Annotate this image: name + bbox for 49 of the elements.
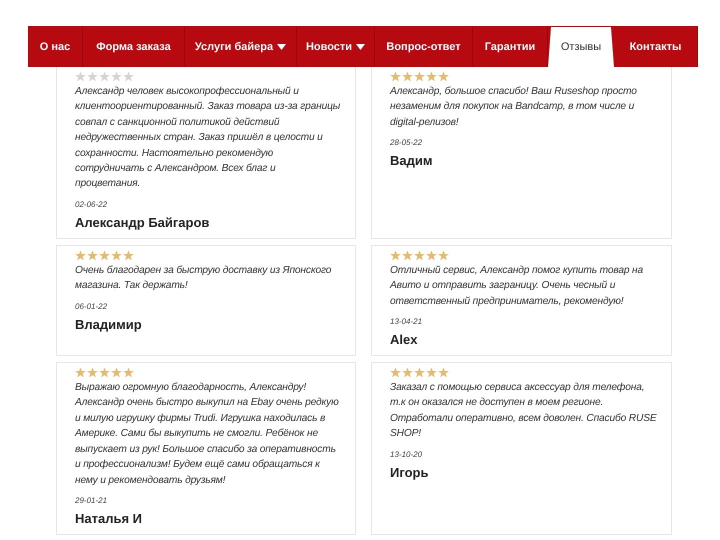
star-icon bbox=[390, 250, 401, 261]
star-icon bbox=[75, 71, 86, 82]
star-icon bbox=[99, 71, 110, 82]
star-icon bbox=[87, 71, 98, 82]
star-icon bbox=[390, 71, 401, 82]
star-icon bbox=[414, 367, 425, 378]
star-icon bbox=[123, 71, 134, 82]
review-text: Заказал с помощью сервиса аксессуар для телефона, т.к он оказался не доступен в моем регионе. Отработали оперативно, всем доволен. Спасибо RUSE SHOP! bbox=[390, 381, 658, 442]
review-author: Наталья И bbox=[75, 510, 144, 526]
review-date: 06-01-22 bbox=[75, 302, 108, 311]
star-icon bbox=[111, 71, 122, 82]
star-icon bbox=[414, 250, 425, 261]
review-author: Alex bbox=[390, 332, 418, 348]
nav-tab[interactable]: Отзывы bbox=[548, 27, 614, 67]
star-icon bbox=[426, 250, 437, 261]
star-icon bbox=[402, 250, 413, 261]
review-date: 13-04-21 bbox=[390, 317, 424, 326]
star-icon bbox=[111, 250, 122, 261]
star-icon bbox=[99, 250, 110, 261]
star-icon bbox=[402, 367, 413, 378]
review-date: 29-01-21 bbox=[75, 496, 108, 505]
star-icon bbox=[390, 367, 401, 378]
review-text: Отличный сервис, Александр помог купить товар на Авито и отправить заграницу. Очень чесный и ответственный предприниматель, рекомендую! bbox=[390, 264, 644, 309]
review-author: Владимир bbox=[75, 316, 143, 332]
review-date: 02-06-22 bbox=[75, 200, 108, 209]
star-icon bbox=[438, 367, 449, 378]
star-icon bbox=[123, 367, 134, 378]
star-icon bbox=[402, 71, 413, 82]
review-author: Александр Байгаров bbox=[75, 214, 210, 230]
review-text: Александр, большое спасибо! Ваш Ruseshop просто незаменим для покупок на Bandcamp, в том числе и digital-релизов! bbox=[390, 85, 638, 130]
star-icon bbox=[426, 367, 437, 378]
star-icon bbox=[123, 250, 134, 261]
star-icon bbox=[426, 71, 437, 82]
star-icon bbox=[414, 71, 425, 82]
star-icon bbox=[438, 250, 449, 261]
star-icon bbox=[438, 71, 449, 82]
review-text: Очень благодарен за быструю доставку из Японского магазина. Так держать! bbox=[75, 264, 332, 294]
star-icon bbox=[87, 250, 98, 261]
star-icon bbox=[75, 367, 86, 378]
review-text: Выражаю огромную благодарность, Александру! Александр очень быстро выкупил на Ebay очень редкую и милую игрушку фирмы Trudi. Игрушка находилась в Америке. Сами бы выкупить не смогли. Ребёнок не выпускает из рук! Большое спасибо за оперативность и профессионализм! Будем ещё сами обращаться к нему и рекомендовать друзьям! bbox=[75, 381, 340, 488]
star-icon bbox=[99, 367, 110, 378]
review-author: Игорь bbox=[390, 464, 430, 480]
star-icon bbox=[87, 367, 98, 378]
star-icon bbox=[75, 250, 86, 261]
review-author: Вадим bbox=[390, 153, 434, 168]
star-icon bbox=[111, 367, 122, 378]
review-date: 13-10-20 bbox=[390, 450, 424, 459]
review-text: Александр человек высокопрофессиональный и клиентоориентированный. Заказ товара из-за границы совпал с санкционной политикой действий недружественных стран. Заказ пришёл в целости и сохранности. Настоятельно рекомендую сотрудничать с Александром. Всех благ и процветания. bbox=[75, 85, 342, 192]
review-date: 28-05-22 bbox=[390, 138, 424, 148]
